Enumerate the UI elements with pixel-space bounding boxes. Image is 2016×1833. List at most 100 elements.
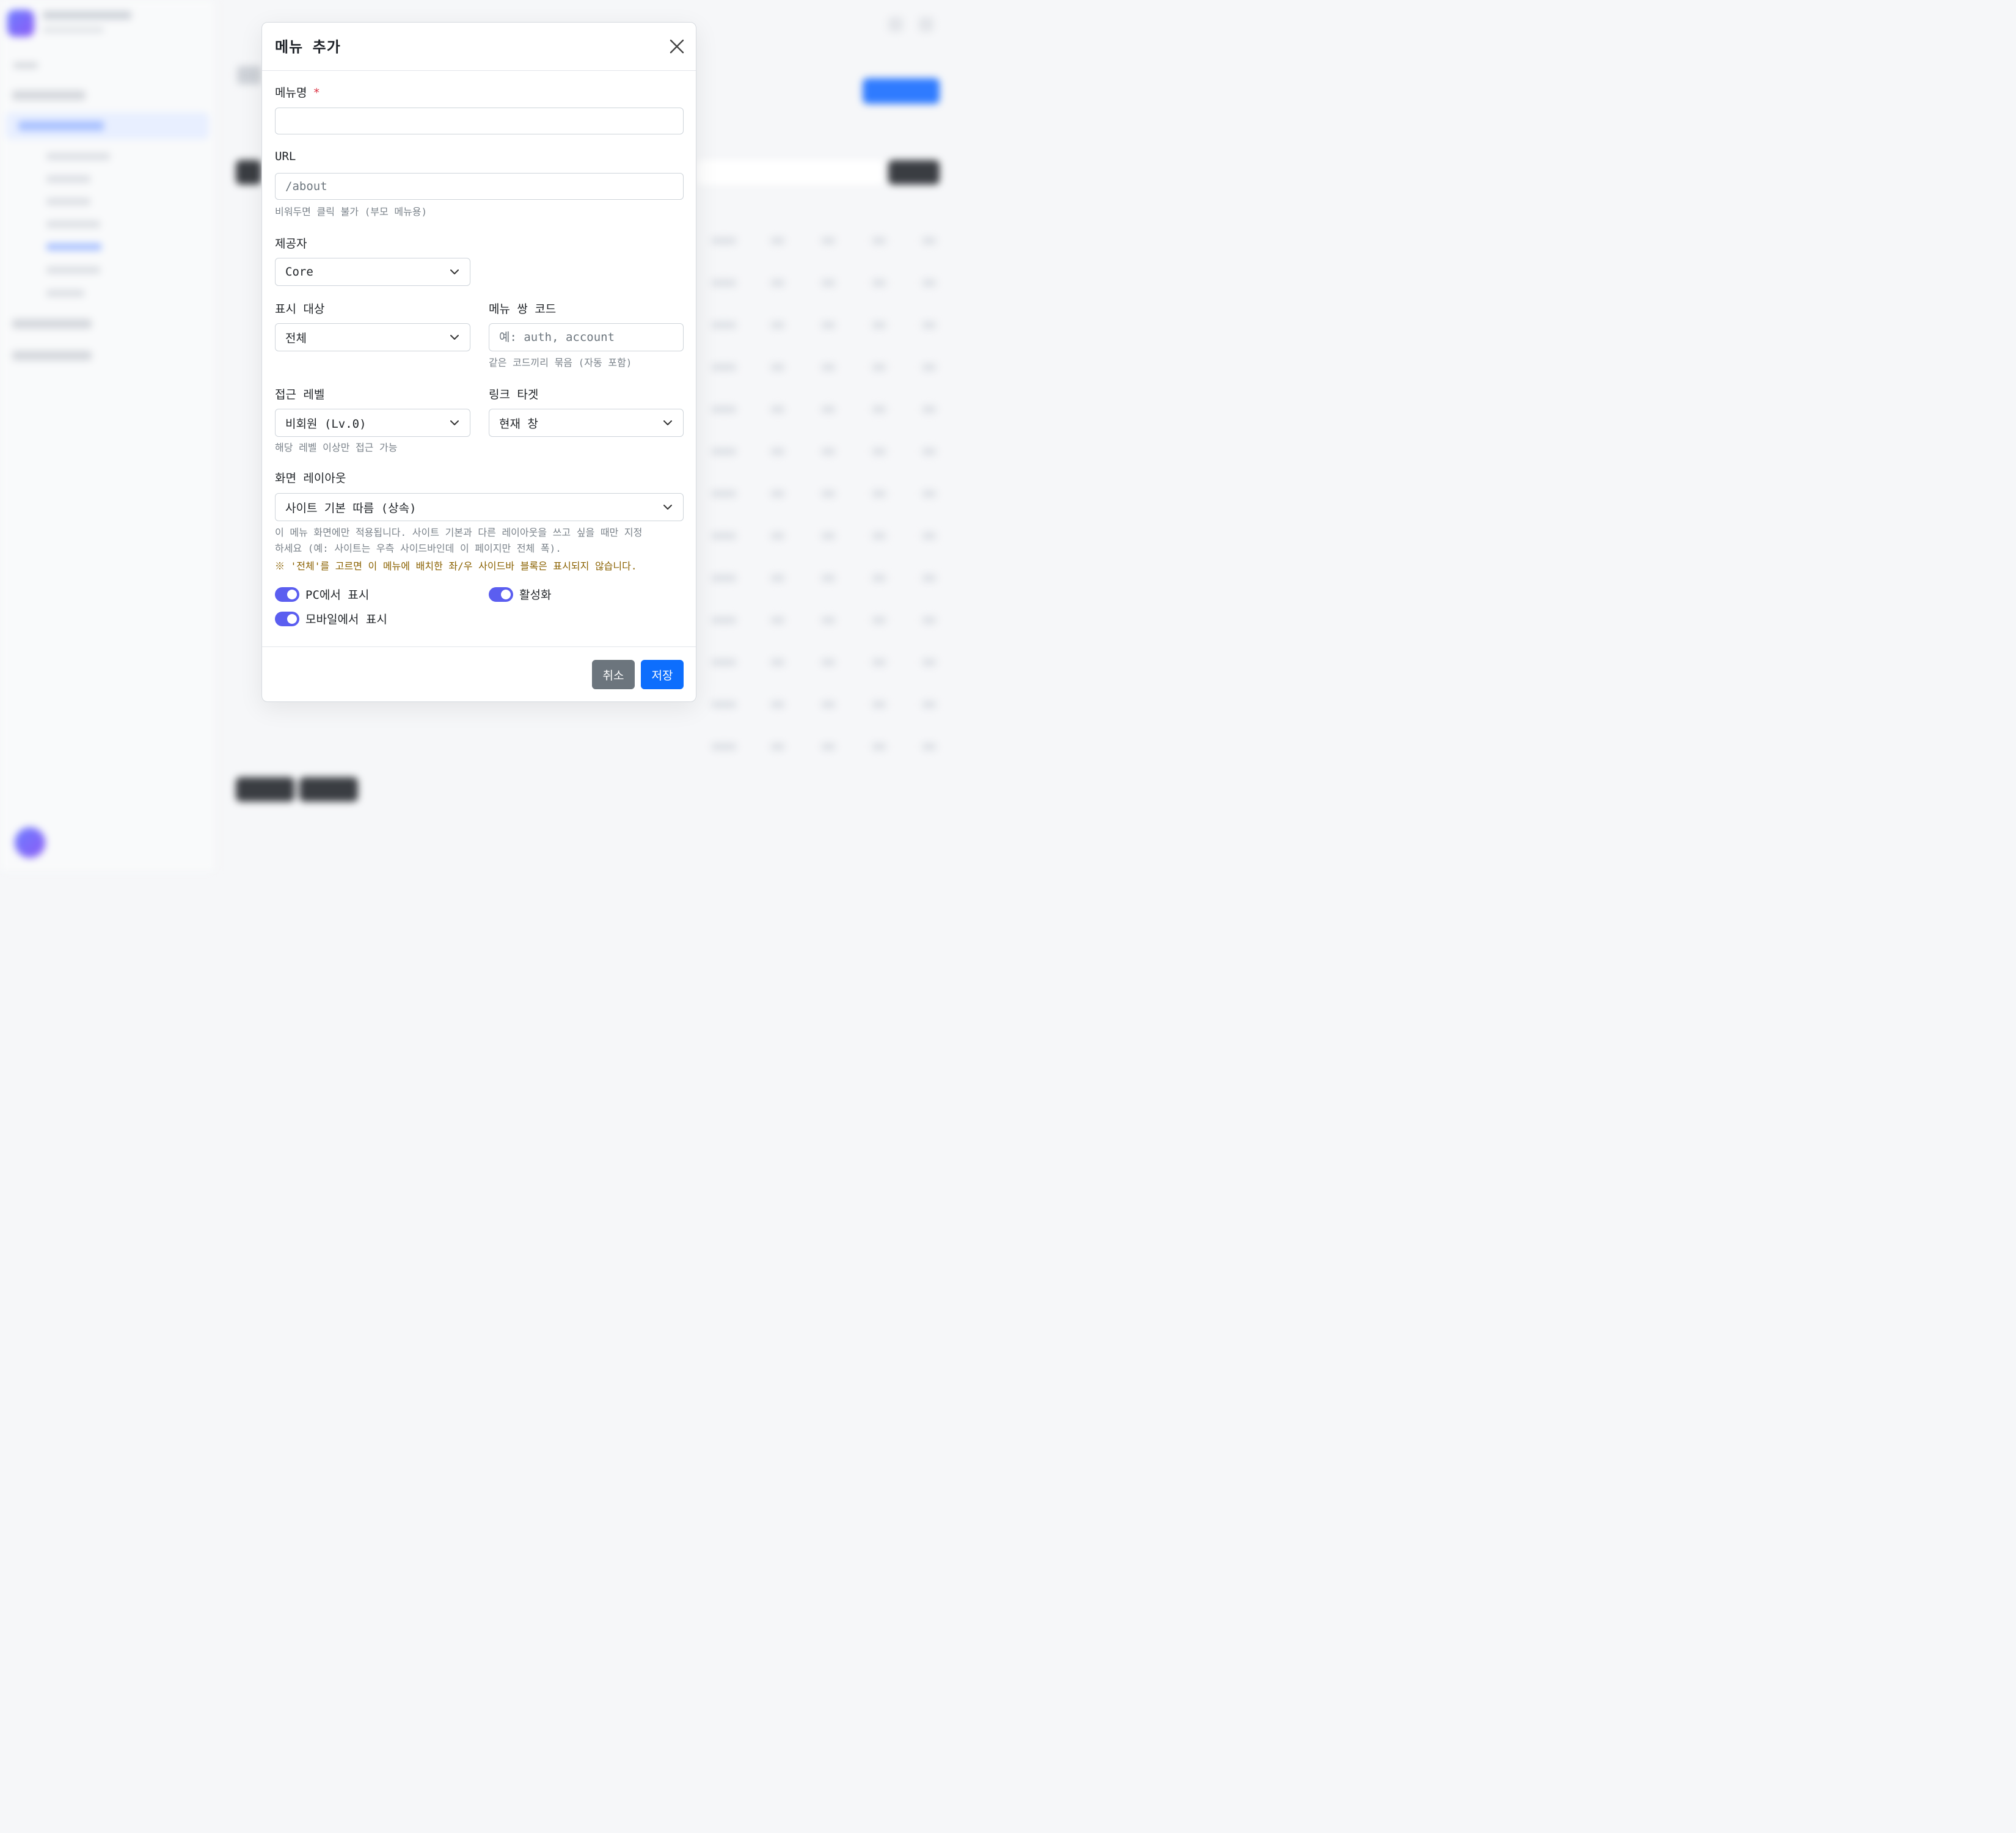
filter-button-blur (236, 160, 261, 185)
table-cell-blur (771, 659, 784, 666)
table-cell-blur (771, 364, 784, 371)
toggle-knob (287, 613, 297, 624)
required-mark: * (313, 86, 320, 100)
menu-pair-code-help: 같은 코드끼리 묶음 (자동 포함) (489, 357, 632, 368)
table-cell-blur (872, 659, 886, 666)
table-cell-blur (822, 616, 835, 624)
close-button[interactable] (667, 36, 687, 57)
chevron-down-icon (450, 269, 459, 274)
menu-pair-code-label: 메뉴 쌍 코드 (489, 302, 557, 316)
table-cell-blur (922, 237, 936, 244)
menu-name-label: 메뉴명 * (275, 86, 320, 100)
table-cell-blur (872, 574, 886, 582)
display-target-value: 전체 (285, 331, 307, 345)
sub-item-blur (46, 153, 110, 160)
menu-pair-code-input[interactable] (489, 323, 684, 351)
link-target-value: 현재 창 (499, 417, 538, 431)
table-cell-blur (712, 448, 736, 455)
add-button-blur (863, 78, 940, 104)
table-cell-blur (822, 701, 835, 708)
table-cell-blur (822, 659, 835, 666)
table-cell-blur (822, 574, 835, 582)
table-cell-blur (822, 743, 835, 750)
footer-button-blur (299, 777, 358, 802)
show-pc-toggle[interactable] (275, 587, 299, 602)
show-mobile-label: 모바일에서 표시 (305, 613, 387, 626)
footer-button-blur (236, 777, 294, 802)
chevron-down-icon (450, 335, 459, 340)
sub-item-active-blur (46, 243, 101, 251)
show-mobile-toggle[interactable] (275, 611, 299, 626)
table-cell-blur (771, 574, 784, 582)
layout-help-line2: 하세요 (예: 사이트는 우측 사이드바인데 이 페이지만 전체 폭). (275, 543, 561, 554)
layout-help-line1: 이 메뉴 화면에만 적용됩니다. 사이트 기본과 다른 레이아웃을 쓰고 싶을 … (275, 527, 643, 538)
header-icon-blur (919, 17, 933, 32)
table-cell-blur (771, 616, 784, 624)
sub-item-blur (46, 175, 90, 183)
menu-name-input[interactable] (275, 108, 684, 134)
url-input[interactable] (275, 173, 684, 200)
add-menu-modal: 메뉴 추가 메뉴명* URL 비워두면 클릭 불가 (부모 메뉴용) 제공자 C… (261, 22, 696, 702)
link-target-select[interactable]: 현재 창 (489, 409, 684, 437)
table-cell-blur (712, 616, 736, 624)
table-cell-blur (872, 364, 886, 371)
link-target-label: 링크 타겟 (489, 388, 539, 401)
access-level-select[interactable]: 비회원 (Lv.0) (275, 409, 470, 437)
save-button[interactable]: 저장 (641, 660, 684, 689)
table-cell-blur (872, 406, 886, 413)
page-title-blur (237, 66, 261, 84)
table-cell-blur (822, 490, 835, 497)
table-cell-blur (712, 364, 736, 371)
table-cell-blur (822, 406, 835, 413)
active-toggle[interactable] (489, 587, 513, 602)
table-cell-blur (872, 279, 886, 287)
table-cell-blur (872, 743, 886, 750)
table-cell-blur (712, 279, 736, 287)
provider-select[interactable]: Core (275, 258, 470, 286)
cancel-button[interactable]: 취소 (592, 660, 635, 689)
table-cell-blur (712, 237, 736, 244)
access-level-help: 해당 레벨 이상만 접근 가능 (275, 442, 398, 453)
provider-value: Core (285, 265, 313, 279)
active-label: 활성화 (519, 588, 552, 602)
close-icon (670, 39, 684, 54)
brand-name-blur (43, 11, 131, 20)
table-cell-blur (922, 616, 936, 624)
table-cell-blur (822, 237, 835, 244)
provider-label: 제공자 (275, 237, 307, 251)
table-cell-blur (872, 532, 886, 540)
table-cell-blur (922, 364, 936, 371)
search-field-blur (696, 160, 883, 185)
table-cell-blur (822, 321, 835, 329)
table-cell-blur (712, 406, 736, 413)
table-cell-blur (771, 448, 784, 455)
access-level-label: 접근 레벨 (275, 388, 325, 401)
table-cell-blur (922, 574, 936, 582)
table-cell-blur (822, 532, 835, 540)
toggle-knob (501, 589, 511, 599)
chevron-down-icon (663, 420, 672, 425)
chevron-down-icon (663, 505, 672, 510)
sub-item-blur (46, 221, 100, 228)
avatar (15, 827, 45, 858)
chevron-down-icon (450, 420, 459, 425)
table-cell-blur (712, 532, 736, 540)
display-target-select[interactable]: 전체 (275, 323, 470, 351)
table-cell-blur (712, 701, 736, 708)
table-cell-blur (922, 448, 936, 455)
table-cell-blur (771, 321, 784, 329)
nav-item-blur (12, 319, 92, 329)
access-level-value: 비회원 (Lv.0) (285, 417, 367, 431)
sub-item-blur (46, 266, 100, 274)
layout-warning: ※ '전체'를 고르면 이 메뉴에 배치한 좌/우 사이드바 블록은 표시되지 … (275, 560, 637, 572)
table-cell-blur (771, 406, 784, 413)
layout-select[interactable]: 사이트 기본 따름 (상속) (275, 493, 684, 521)
layout-value: 사이트 기본 따름 (상속) (285, 501, 417, 515)
table-cell-blur (712, 321, 736, 329)
table-cell-blur (712, 574, 736, 582)
table-cell-blur (771, 279, 784, 287)
url-label: URL (275, 150, 296, 163)
table-cell-blur (771, 743, 784, 750)
nav-item-blur (12, 90, 86, 100)
table-cell-blur (872, 490, 886, 497)
